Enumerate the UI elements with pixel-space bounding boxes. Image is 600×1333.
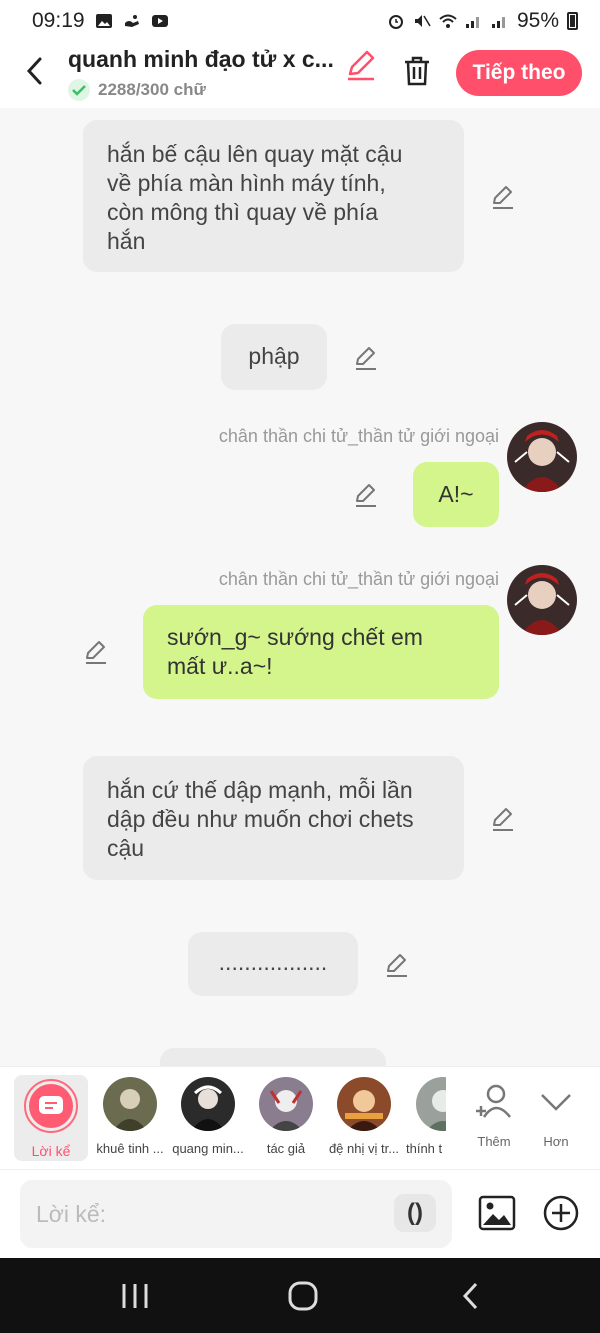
- character-item[interactable]: thính t: [402, 1077, 446, 1156]
- character-avatar: [416, 1077, 446, 1131]
- hand-icon: [124, 15, 139, 27]
- add-character-button[interactable]: Thêm: [464, 1083, 524, 1149]
- message-icon: [39, 1096, 63, 1114]
- character-name: đệ nhị vị tr...: [328, 1141, 400, 1156]
- narration-text: .................: [218, 949, 328, 975]
- narration-line: về phía màn hình máy tính,: [107, 170, 386, 196]
- my-message-bubble[interactable]: sướn_g~ sướng chết em mất ư..a~!: [143, 605, 499, 699]
- character-avatar: [337, 1077, 391, 1131]
- status-bar: 09:19 95%: [0, 0, 600, 42]
- speaker-name: chân thần chi tử_thần tử giới ngoại: [218, 426, 499, 446]
- narrator-tab[interactable]: Lời kể: [14, 1075, 88, 1161]
- edit-message-icon[interactable]: [353, 482, 379, 508]
- add-button[interactable]: [542, 1194, 580, 1232]
- narration-bubble[interactable]: phập: [221, 324, 327, 390]
- character-avatar: [259, 1077, 313, 1131]
- narration-bubble[interactable]: .................: [188, 932, 358, 996]
- character-item[interactable]: đệ nhị vị tr...: [324, 1077, 404, 1156]
- add-character-label: Thêm: [477, 1134, 511, 1149]
- recent-apps-icon: [122, 1284, 148, 1308]
- edit-message-icon[interactable]: [490, 806, 516, 832]
- delete-button[interactable]: [400, 54, 434, 88]
- expand-button[interactable]: Hơn: [526, 1083, 586, 1149]
- character-item[interactable]: quang min...: [168, 1077, 248, 1156]
- narration-input[interactable]: [20, 1180, 452, 1248]
- back-button[interactable]: [18, 54, 52, 88]
- narration-line: hắn cứ thế dập mạnh, mỗi lần: [107, 777, 413, 803]
- narration-bubble[interactable]: hắn cứ thế dập mạnh, mỗi lần dập đều như…: [83, 756, 464, 880]
- home-icon: [288, 1281, 318, 1311]
- mute-icon: [414, 15, 431, 27]
- next-button[interactable]: Tiếp theo: [456, 50, 582, 96]
- character-avatar: [103, 1077, 157, 1131]
- chevron-down-icon: [541, 1094, 571, 1111]
- character-name: khuê tinh ...: [96, 1141, 164, 1156]
- edit-message-icon[interactable]: [490, 184, 516, 210]
- trash-icon: [405, 56, 429, 86]
- wifi-icon: [439, 14, 457, 28]
- narrator-label: Lời kể: [31, 1143, 71, 1159]
- word-count: 2288/300 chữ: [98, 80, 206, 99]
- gallery-icon: [95, 14, 112, 28]
- home-button[interactable]: [283, 1278, 323, 1314]
- character-avatar[interactable]: [507, 565, 577, 635]
- speaker-name: chân thần chi tử_thần tử giới ngoại: [218, 569, 499, 589]
- edit-message-icon[interactable]: [353, 345, 379, 371]
- editor-header: quanh minh đạo tử x c... 2288/300 chữ Ti…: [0, 42, 600, 108]
- edit-title-button[interactable]: [344, 48, 378, 82]
- character-item[interactable]: khuê tinh ...: [90, 1077, 170, 1156]
- image-icon: [478, 1195, 516, 1231]
- signal-icon-2: [491, 17, 505, 28]
- character-avatar: [181, 1077, 235, 1131]
- insert-image-button[interactable]: [478, 1194, 516, 1232]
- system-nav-bar: [0, 1258, 600, 1333]
- composer: (): [0, 1170, 600, 1258]
- my-message-bubble[interactable]: A!~: [413, 462, 499, 527]
- parentheses-button[interactable]: (): [394, 1194, 436, 1232]
- character-name: quang min...: [172, 1141, 244, 1156]
- battery-percent: 95%: [516, 9, 559, 32]
- story-title: quanh minh đạo tử x c...: [68, 46, 334, 72]
- narration-line: dập đều như muốn chơi chets: [107, 806, 414, 832]
- narration-line: hắn bế cậu lên quay mặt cậu: [107, 141, 403, 167]
- battery-icon: [567, 12, 578, 30]
- narration-bubble[interactable]: hắn bế cậu lên quay mặt cậu về phía màn …: [83, 120, 464, 272]
- character-name: thính t: [406, 1141, 443, 1156]
- character-name: tác giả: [266, 1141, 306, 1156]
- recent-apps-button[interactable]: [115, 1278, 155, 1314]
- narration-line: cậu: [107, 835, 145, 861]
- edit-message-icon[interactable]: [83, 639, 109, 665]
- chat-area[interactable]: hắn bế cậu lên quay mặt cậu về phía màn …: [0, 108, 600, 1066]
- message-line: sướn_g~ sướng chết em: [167, 624, 423, 650]
- expand-label: Hơn: [543, 1134, 569, 1149]
- system-back-button[interactable]: [451, 1278, 491, 1314]
- narration-line: hắn: [107, 228, 146, 254]
- narration-bubble[interactable]: [160, 1048, 386, 1066]
- plus-circle-icon: [543, 1195, 579, 1231]
- back-arrow-icon: [462, 1282, 478, 1310]
- status-time: 09:19: [32, 9, 85, 32]
- narration-text: phập: [248, 343, 300, 369]
- message-text: A!~: [438, 481, 474, 507]
- character-avatar[interactable]: [507, 422, 577, 492]
- add-person-icon: [476, 1084, 511, 1118]
- youtube-icon: [151, 15, 168, 27]
- character-selector: Lời kể khuê tinh ... quang min... tác gi…: [0, 1066, 600, 1170]
- check-icon: [68, 79, 90, 101]
- pencil-icon: [348, 50, 375, 81]
- message-line: mất ư..a~!: [167, 653, 273, 679]
- signal-icon: [465, 17, 479, 28]
- alarm-icon: [388, 15, 403, 29]
- narration-line: còn mông thì quay về phía: [107, 199, 379, 225]
- edit-message-icon[interactable]: [384, 952, 410, 978]
- character-item[interactable]: tác giả: [246, 1077, 326, 1156]
- chevron-left-icon: [26, 57, 42, 85]
